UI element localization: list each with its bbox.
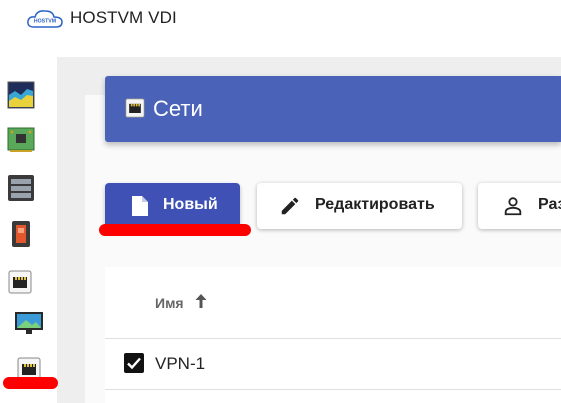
- server-rack-icon[interactable]: [7, 174, 35, 202]
- hostvm-logo[interactable]: HOSTVM: [25, 7, 65, 31]
- new-button[interactable]: Новый: [105, 183, 240, 229]
- checkmark-icon: [127, 357, 141, 370]
- page-header: Сети: [105, 76, 561, 142]
- monitor-icon[interactable]: [14, 311, 44, 337]
- power-switch-icon[interactable]: [11, 220, 31, 248]
- edit-button-label: Редактировать: [315, 196, 435, 213]
- file-icon: [132, 196, 148, 216]
- network-port-icon: [125, 98, 145, 118]
- new-button-label: Новый: [163, 196, 218, 213]
- permissions-button[interactable]: Раз: [478, 183, 561, 229]
- top-bar: HOSTVM HOSTVM VDI: [0, 0, 561, 57]
- networks-table: Имя VPN-1: [105, 267, 561, 403]
- person-icon: [504, 197, 522, 216]
- logo-text: HOSTVM: [34, 19, 56, 25]
- permissions-button-label: Раз: [538, 196, 561, 213]
- pencil-icon: [281, 197, 299, 215]
- app-title: HOSTVM VDI: [70, 8, 177, 27]
- annotation-underline-sidebar: [3, 377, 58, 389]
- sidebar: [0, 57, 57, 403]
- annotation-underline-new: [99, 224, 251, 236]
- column-header-name[interactable]: Имя: [155, 295, 184, 311]
- dashboard-chart-icon[interactable]: [7, 81, 35, 109]
- row-divider: [105, 338, 561, 339]
- page-title: Сети: [153, 96, 203, 121]
- cell-network-name[interactable]: VPN-1: [155, 354, 205, 374]
- arrow-up-icon[interactable]: [194, 293, 208, 309]
- circuit-board-icon[interactable]: [7, 127, 35, 153]
- row-checkbox[interactable]: [124, 353, 144, 373]
- row-divider: [105, 389, 561, 390]
- network-port-icon[interactable]: [8, 270, 32, 294]
- edit-button[interactable]: Редактировать: [257, 183, 462, 229]
